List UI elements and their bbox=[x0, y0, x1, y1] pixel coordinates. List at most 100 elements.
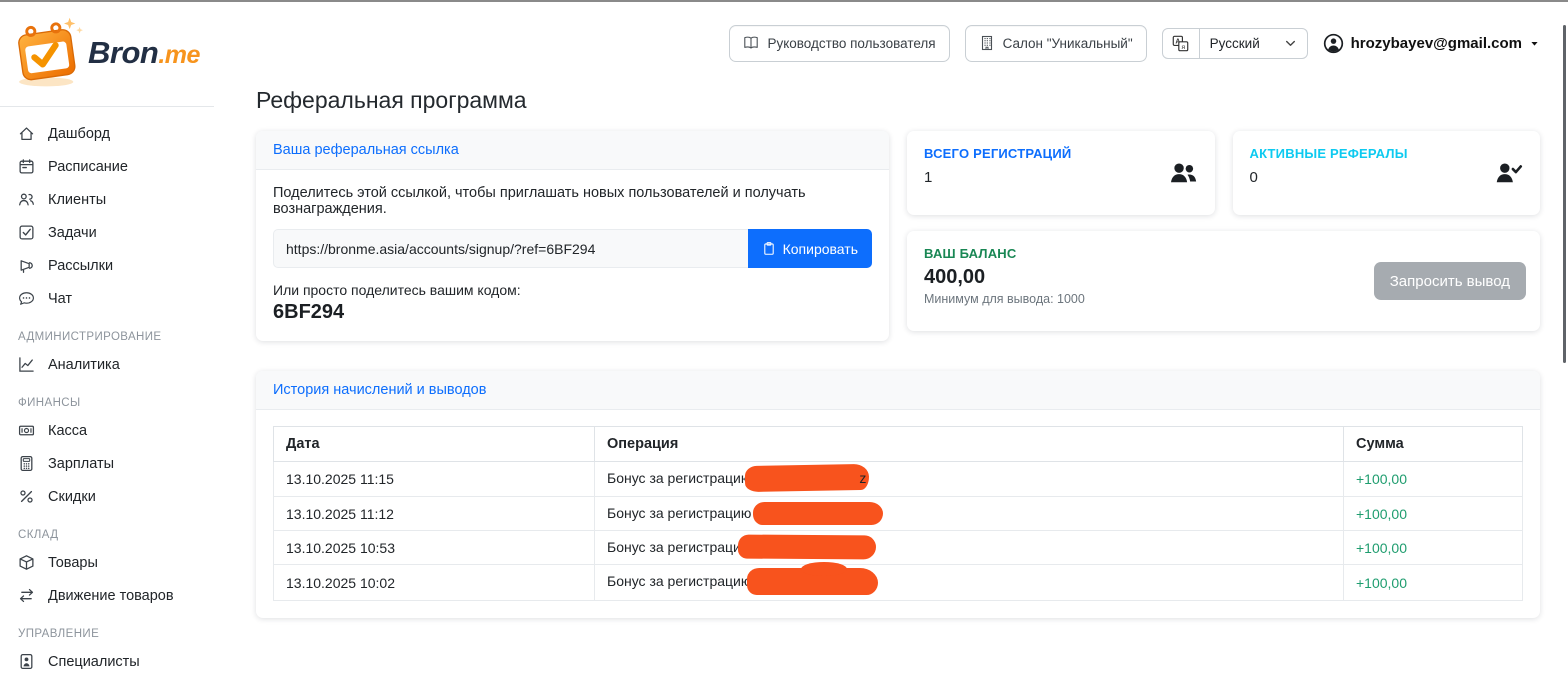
cell-date: 13.10.2025 10:53 bbox=[273, 530, 595, 566]
cell-amount: +100,00 bbox=[1343, 496, 1523, 532]
sidebar-section-warehouse: СКЛАД bbox=[18, 529, 59, 541]
active-referrals-value: 0 bbox=[1249, 169, 1258, 186]
sidebar-item-label: Аналитика bbox=[48, 356, 120, 373]
cell-operation: Бонус за регистрацию bbox=[594, 530, 1344, 566]
table-row: 13.10.2025 11:12 Бонус за регистрацию +1… bbox=[273, 496, 1523, 532]
cell-amount: +100,00 bbox=[1343, 564, 1523, 602]
brand-wordmark: Bron.me bbox=[88, 35, 200, 71]
referral-link-group: Копировать bbox=[273, 229, 872, 268]
divider bbox=[0, 106, 214, 107]
sidebar-item-analytics[interactable]: Аналитика bbox=[0, 348, 222, 381]
sidebar-item-chat[interactable]: Чат bbox=[0, 282, 222, 315]
referral-code: 6BF294 bbox=[273, 301, 345, 323]
sidebar-item-label: Зарплаты bbox=[48, 455, 115, 472]
user-email: hrozybayev@gmail.com bbox=[1350, 34, 1522, 52]
people-fill-icon bbox=[1170, 163, 1196, 183]
sidebar-item-label: Расписание bbox=[48, 158, 128, 175]
sidebar-item-discounts[interactable]: Скидки bbox=[0, 480, 222, 513]
user-guide-button[interactable]: Руководство пользователя bbox=[729, 24, 950, 62]
person-badge-icon bbox=[20, 653, 33, 670]
language-select[interactable]: Русский bbox=[1199, 27, 1308, 59]
megaphone-icon bbox=[20, 260, 33, 273]
cash-icon bbox=[18, 425, 35, 436]
sidebar-item-goods[interactable]: Товары bbox=[0, 546, 222, 579]
language-selected-value: Русский bbox=[1209, 35, 1260, 51]
brand-name: Bron bbox=[88, 35, 159, 70]
referral-link-input[interactable] bbox=[273, 229, 748, 268]
sidebar-section-management: УПРАВЛЕНИЕ bbox=[18, 628, 100, 640]
check-square-icon bbox=[19, 225, 34, 240]
percent-icon bbox=[20, 490, 33, 503]
sidebar-item-label: Рассылки bbox=[48, 257, 114, 274]
column-header-date: Дата bbox=[273, 426, 595, 462]
user-menu[interactable]: hrozybayev@gmail.com bbox=[1323, 33, 1540, 54]
caret-down-icon bbox=[1531, 41, 1538, 46]
operation-text: Бонус за регистрацию bbox=[607, 573, 752, 590]
house-icon bbox=[19, 127, 34, 140]
cell-amount: +100,00 bbox=[1343, 530, 1523, 566]
building-icon bbox=[981, 35, 992, 51]
cell-operation: Бонус за регистрацию z bbox=[594, 460, 1344, 498]
sidebar-item-label: Специалисты bbox=[48, 653, 140, 670]
book-icon bbox=[744, 36, 759, 49]
chat-icon bbox=[19, 292, 34, 305]
sidebar-item-dashboard[interactable]: Дашборд bbox=[0, 117, 222, 150]
registrations-value: 1 bbox=[924, 169, 933, 186]
redaction-scribble bbox=[738, 534, 877, 560]
brand-calendar-icon bbox=[18, 17, 83, 87]
salon-label: Салон "Уникальный" bbox=[1002, 35, 1133, 51]
withdraw-button[interactable]: Запросить вывод bbox=[1373, 262, 1526, 300]
cell-amount: +100,00 bbox=[1343, 460, 1523, 498]
translate-icon-button[interactable]: Aя bbox=[1161, 27, 1200, 59]
sidebar-item-tasks[interactable]: Задачи bbox=[0, 216, 222, 249]
history-table: Дата Операция Сумма 13.10.2025 11:15 Бон… bbox=[273, 426, 1523, 602]
topbar: Руководство пользователя Салон "Уникальн… bbox=[256, 24, 1540, 62]
sidebar-item-goods-movement[interactable]: Движение товаров bbox=[0, 579, 222, 612]
sidebar-item-label: Касса bbox=[48, 422, 88, 439]
salon-button[interactable]: Салон "Уникальный" bbox=[964, 24, 1147, 62]
cell-operation: Бонус за регистрацию bbox=[594, 562, 1344, 602]
sidebar: Bron.me Дашборд Расписание Клиенты Задач… bbox=[0, 2, 222, 695]
page-title: Реферальная программа bbox=[256, 87, 527, 113]
sidebar-item-clients[interactable]: Клиенты bbox=[0, 183, 222, 216]
cell-date: 13.10.2025 11:15 bbox=[273, 460, 595, 498]
table-row: 13.10.2025 11:15 Бонус за регистрацию z +… bbox=[273, 460, 1523, 498]
referral-card-header-link[interactable]: Ваша реферальная ссылка bbox=[273, 142, 459, 158]
referral-description: Поделитесь этой ссылкой, чтобы приглашат… bbox=[273, 185, 806, 217]
copy-button[interactable]: Копировать bbox=[747, 229, 872, 268]
user-guide-label: Руководство пользователя bbox=[767, 35, 936, 51]
history-card-header-link[interactable]: История начислений и выводов bbox=[273, 382, 486, 398]
sidebar-item-salaries[interactable]: Зарплаты bbox=[0, 447, 222, 480]
operation-text: Бонус за регистрацию bbox=[607, 470, 752, 486]
column-header-amount: Сумма bbox=[1343, 426, 1523, 462]
sidebar-item-specialists[interactable]: Специалисты bbox=[0, 645, 222, 678]
sidebar-item-mailings[interactable]: Рассылки bbox=[0, 249, 222, 282]
operation-suffix: z bbox=[859, 470, 867, 486]
table-row: 13.10.2025 10:02 Бонус за регистрацию +1… bbox=[273, 562, 1523, 602]
sidebar-item-label: Клиенты bbox=[48, 191, 107, 208]
calendar-icon bbox=[19, 159, 34, 174]
sidebar-item-label: Скидки bbox=[48, 488, 96, 505]
sidebar-item-schedule[interactable]: Расписание bbox=[0, 150, 222, 183]
referral-link-card: Ваша реферальная ссылка Поделитесь этой … bbox=[256, 131, 889, 341]
sidebar-item-label: Чат bbox=[48, 290, 73, 307]
scrollbar[interactable] bbox=[1563, 25, 1566, 363]
brand-logo[interactable]: Bron.me bbox=[0, 2, 222, 94]
referral-card-header: Ваша реферальная ссылка bbox=[256, 131, 889, 170]
history-card-header: История начислений и выводов bbox=[256, 371, 1540, 410]
sidebar-item-cashdesk[interactable]: Касса bbox=[0, 414, 222, 447]
registrations-stat-card: ВСЕГО РЕГИСТРАЦИЙ 1 bbox=[907, 131, 1215, 215]
redaction-scribble bbox=[753, 502, 884, 526]
balance-label: ВАШ БАЛАНС bbox=[924, 246, 1017, 261]
chevron-down-icon bbox=[1285, 40, 1295, 46]
referral-code-hint: Или просто поделитесь вашим кодом: bbox=[273, 282, 521, 298]
box-icon bbox=[19, 555, 34, 570]
language-selector: Aя Русский bbox=[1161, 27, 1308, 59]
sidebar-item-label: Товары bbox=[48, 554, 98, 571]
cell-operation: Бонус за регистрацию bbox=[594, 496, 1344, 532]
brand-name-suffix: .me bbox=[158, 41, 200, 69]
clipboard-icon bbox=[763, 242, 774, 255]
sidebar-item-label: Дашборд bbox=[48, 125, 111, 142]
column-header-operation: Операция bbox=[594, 426, 1344, 462]
copy-button-label: Копировать bbox=[782, 240, 858, 257]
